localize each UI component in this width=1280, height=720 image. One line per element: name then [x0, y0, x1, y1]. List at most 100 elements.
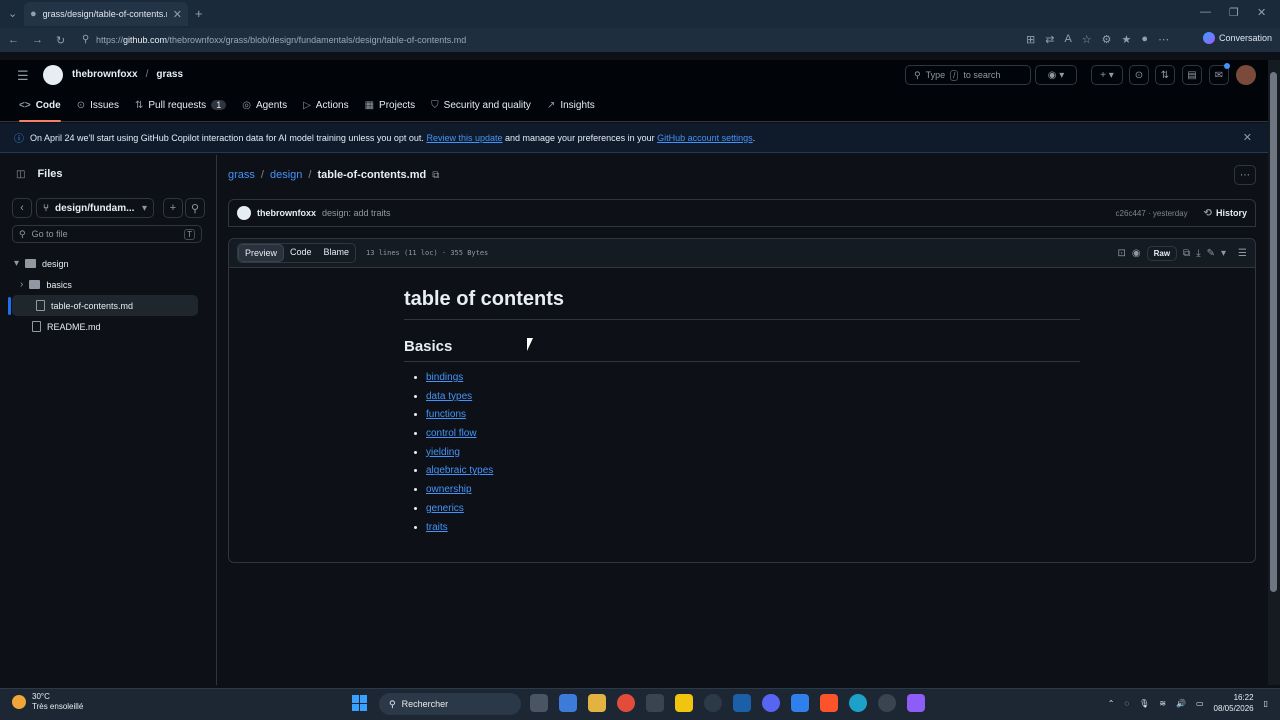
repositories-button[interactable]: ▤ [1182, 65, 1202, 85]
extensions-icon[interactable]: ⚙ [1102, 33, 1112, 46]
toc-link-control-flow[interactable]: control flow [426, 428, 477, 439]
toc-link-data-types[interactable]: data types [426, 391, 472, 402]
history-button[interactable]: ⟲ History [1204, 208, 1247, 219]
toc-link-traits[interactable]: traits [426, 522, 448, 533]
copy-icon[interactable]: ⧉ [1183, 248, 1190, 259]
new-tab-icon[interactable]: + [195, 6, 203, 21]
chevron-up-icon[interactable]: ⌃ [1108, 699, 1115, 708]
tab-insights[interactable]: ↗ Insights [547, 94, 595, 116]
brave-icon[interactable] [820, 694, 838, 712]
copy-path-icon[interactable]: ⧉ [432, 170, 439, 181]
commit-author-link[interactable]: thebrownfoxx [257, 208, 316, 218]
copilot-menu-button[interactable]: ◉ ▾ [1035, 65, 1077, 85]
scrollbar-thumb[interactable] [1270, 72, 1277, 592]
toc-link-generics[interactable]: generics [426, 503, 464, 514]
tab-pull-requests[interactable]: ⇅ Pull requests 1 [135, 94, 227, 116]
copilot-icon[interactable]: ◉ [1132, 248, 1141, 259]
microphone-icon[interactable]: 🎙 [1139, 699, 1149, 708]
blame-tab[interactable]: Blame [318, 244, 356, 262]
defender-icon[interactable] [791, 694, 809, 712]
tab-agents[interactable]: ◎ Agents [242, 94, 287, 116]
author-avatar[interactable] [237, 206, 251, 220]
owner-link[interactable]: thebrownfoxx [72, 69, 138, 80]
start-button[interactable] [352, 695, 368, 711]
banner-close-icon[interactable]: ✕ [1243, 131, 1252, 144]
raw-button[interactable]: Raw [1146, 245, 1178, 261]
breadcrumb-folder-link[interactable]: design [270, 169, 302, 181]
browser-tab[interactable]: ● grass/design/table-of-contents.m ✕ [24, 2, 188, 26]
tab-list-icon[interactable]: ⌄ [8, 7, 17, 20]
tab-code[interactable]: <> Code [19, 94, 61, 122]
create-new-button[interactable]: + ▾ [1091, 65, 1123, 85]
settings-app-icon[interactable] [646, 694, 664, 712]
translate-icon[interactable]: ⇄ [1045, 33, 1054, 46]
app-icon[interactable] [878, 694, 896, 712]
file-explorer-icon[interactable] [588, 694, 606, 712]
forward-icon[interactable]: → [32, 34, 43, 46]
task-view-icon[interactable] [530, 694, 548, 712]
tree-item-readme[interactable]: README.md [12, 316, 198, 337]
chevron-down-icon[interactable]: ▾ [1221, 248, 1226, 259]
read-aloud-icon[interactable]: A [1064, 33, 1071, 46]
issues-button[interactable]: ⊙ [1129, 65, 1149, 85]
battery-icon[interactable]: ▭ [1196, 699, 1204, 708]
discord-icon[interactable] [762, 694, 780, 712]
toc-link-yielding[interactable]: yielding [426, 447, 460, 458]
repo-link[interactable]: grass [156, 69, 183, 80]
minimize-icon[interactable]: — [1200, 6, 1211, 18]
app-icon[interactable] [675, 694, 693, 712]
preview-tab[interactable]: Preview [238, 244, 285, 262]
favorite-icon[interactable]: ☆ [1082, 33, 1092, 46]
window-close-icon[interactable]: ✕ [1257, 6, 1266, 19]
chrome-icon[interactable] [617, 694, 635, 712]
go-to-file-input[interactable]: ⚲ Go to file T [12, 225, 202, 243]
close-tab-icon[interactable]: ✕ [173, 8, 182, 21]
breadcrumb-root-link[interactable]: grass [228, 169, 255, 181]
app-icon[interactable] [704, 694, 722, 712]
back-icon[interactable]: ← [8, 34, 19, 46]
more-icon[interactable]: ⋯ [1158, 33, 1169, 46]
open-in-space-icon[interactable]: ⊡ [1117, 248, 1125, 259]
clock[interactable]: 16:22 08/05/2026 [1214, 692, 1254, 714]
copilot-conversation-button[interactable]: Conversation [1202, 32, 1272, 44]
add-file-button[interactable]: + [163, 198, 183, 218]
edge-icon[interactable] [849, 694, 867, 712]
sidebar-back-button[interactable]: ‹ [12, 198, 32, 218]
tab-issues[interactable]: ⊙ Issues [77, 94, 119, 116]
account-settings-link[interactable]: GitHub account settings [657, 133, 753, 143]
hamburger-menu-icon[interactable]: ☰ [17, 68, 29, 84]
review-update-link[interactable]: Review this update [426, 133, 502, 143]
more-options-button[interactable]: ⋯ [1234, 165, 1256, 185]
tab-actions[interactable]: ▷ Actions [303, 94, 349, 116]
tab-security[interactable]: ⛉ Security and quality [431, 94, 531, 116]
commit-meta[interactable]: c26c447 · yesterday [1116, 209, 1188, 218]
app-icon[interactable]: ⊞ [1026, 33, 1035, 46]
tree-item-basics[interactable]: › basics [12, 274, 198, 295]
github-logo-icon[interactable] [43, 65, 63, 85]
toc-link-algebraic-types[interactable]: algebraic types [426, 465, 493, 476]
favorites-icon[interactable]: ★ [1122, 33, 1132, 46]
notifications-off-icon[interactable]: ◌ [1124, 699, 1129, 708]
tree-item-table-of-contents[interactable]: table-of-contents.md [12, 295, 198, 316]
commit-message-link[interactable]: design: add traits [322, 208, 391, 218]
copilot-app-icon[interactable] [559, 694, 577, 712]
download-icon[interactable]: ⤓ [1196, 248, 1200, 259]
taskbar-search[interactable]: ⚲ Rechercher [379, 693, 521, 715]
search-input[interactable]: ⚲ Type / to search [905, 65, 1031, 85]
toc-link-functions[interactable]: functions [426, 409, 466, 420]
profile-icon[interactable]: ● [1141, 33, 1148, 46]
weather-widget[interactable]: 30°C Très ensoleillé [12, 692, 83, 712]
pull-requests-button[interactable]: ⇅ [1155, 65, 1175, 85]
sidebar-collapse-icon[interactable]: ◫ [16, 169, 25, 180]
notification-center-icon[interactable]: ▯ [1264, 699, 1268, 708]
user-avatar[interactable] [1236, 65, 1256, 85]
wifi-icon[interactable]: ≋ [1159, 699, 1166, 708]
branch-selector[interactable]: ⑂ design/fundam... ▾ [36, 198, 154, 218]
toc-link-ownership[interactable]: ownership [426, 484, 472, 495]
code-tab[interactable]: Code [284, 244, 318, 262]
site-info-icon[interactable]: ⚲ [82, 34, 89, 45]
steam-icon[interactable] [733, 694, 751, 712]
reload-icon[interactable]: ↻ [56, 34, 65, 47]
tree-item-design[interactable]: ▾ design [12, 253, 198, 274]
outline-icon[interactable]: ☰ [1238, 248, 1247, 259]
